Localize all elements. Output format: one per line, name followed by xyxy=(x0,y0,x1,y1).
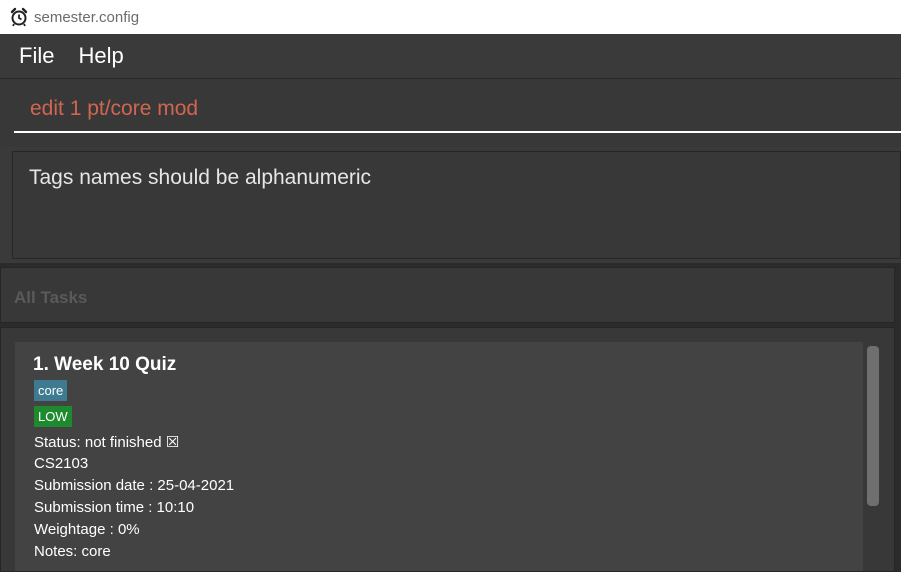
task-notes: Notes: core xyxy=(34,543,111,560)
result-message: Tags names should be alphanumeric xyxy=(29,166,372,189)
menu-bar: File Help xyxy=(0,34,901,79)
task-weightage: Weightage : 0% xyxy=(34,521,140,538)
task-list-header: All Tasks xyxy=(0,267,895,323)
task-list-panel[interactable]: 1. Week 10 Quiz core LOW Status: not fin… xyxy=(0,327,895,572)
title-bar: semester.config xyxy=(0,0,901,34)
tag-badge: core xyxy=(34,380,68,401)
command-input[interactable] xyxy=(14,87,901,133)
command-box xyxy=(0,79,901,147)
task-title: 1. Week 10 Quiz xyxy=(33,354,177,375)
task-status: Status: not finished ☒ xyxy=(34,434,180,451)
task-submission-date: Submission date : 25-04-2021 xyxy=(34,477,235,494)
task-list-title: All Tasks xyxy=(14,288,88,307)
result-display: Tags names should be alphanumeric xyxy=(12,151,901,259)
result-display-area: Tags names should be alphanumeric xyxy=(0,147,901,263)
window-title: semester.config xyxy=(34,8,140,26)
scrollbar[interactable] xyxy=(867,346,879,506)
alarm-clock-icon xyxy=(8,6,30,28)
menu-file[interactable]: File xyxy=(19,43,54,69)
task-submission-time: Submission time : 10:10 xyxy=(34,499,195,516)
priority-badge: LOW xyxy=(34,406,72,427)
task-module: CS2103 xyxy=(34,455,89,472)
task-card[interactable]: 1. Week 10 Quiz core LOW Status: not fin… xyxy=(15,342,863,571)
menu-help[interactable]: Help xyxy=(78,43,123,69)
